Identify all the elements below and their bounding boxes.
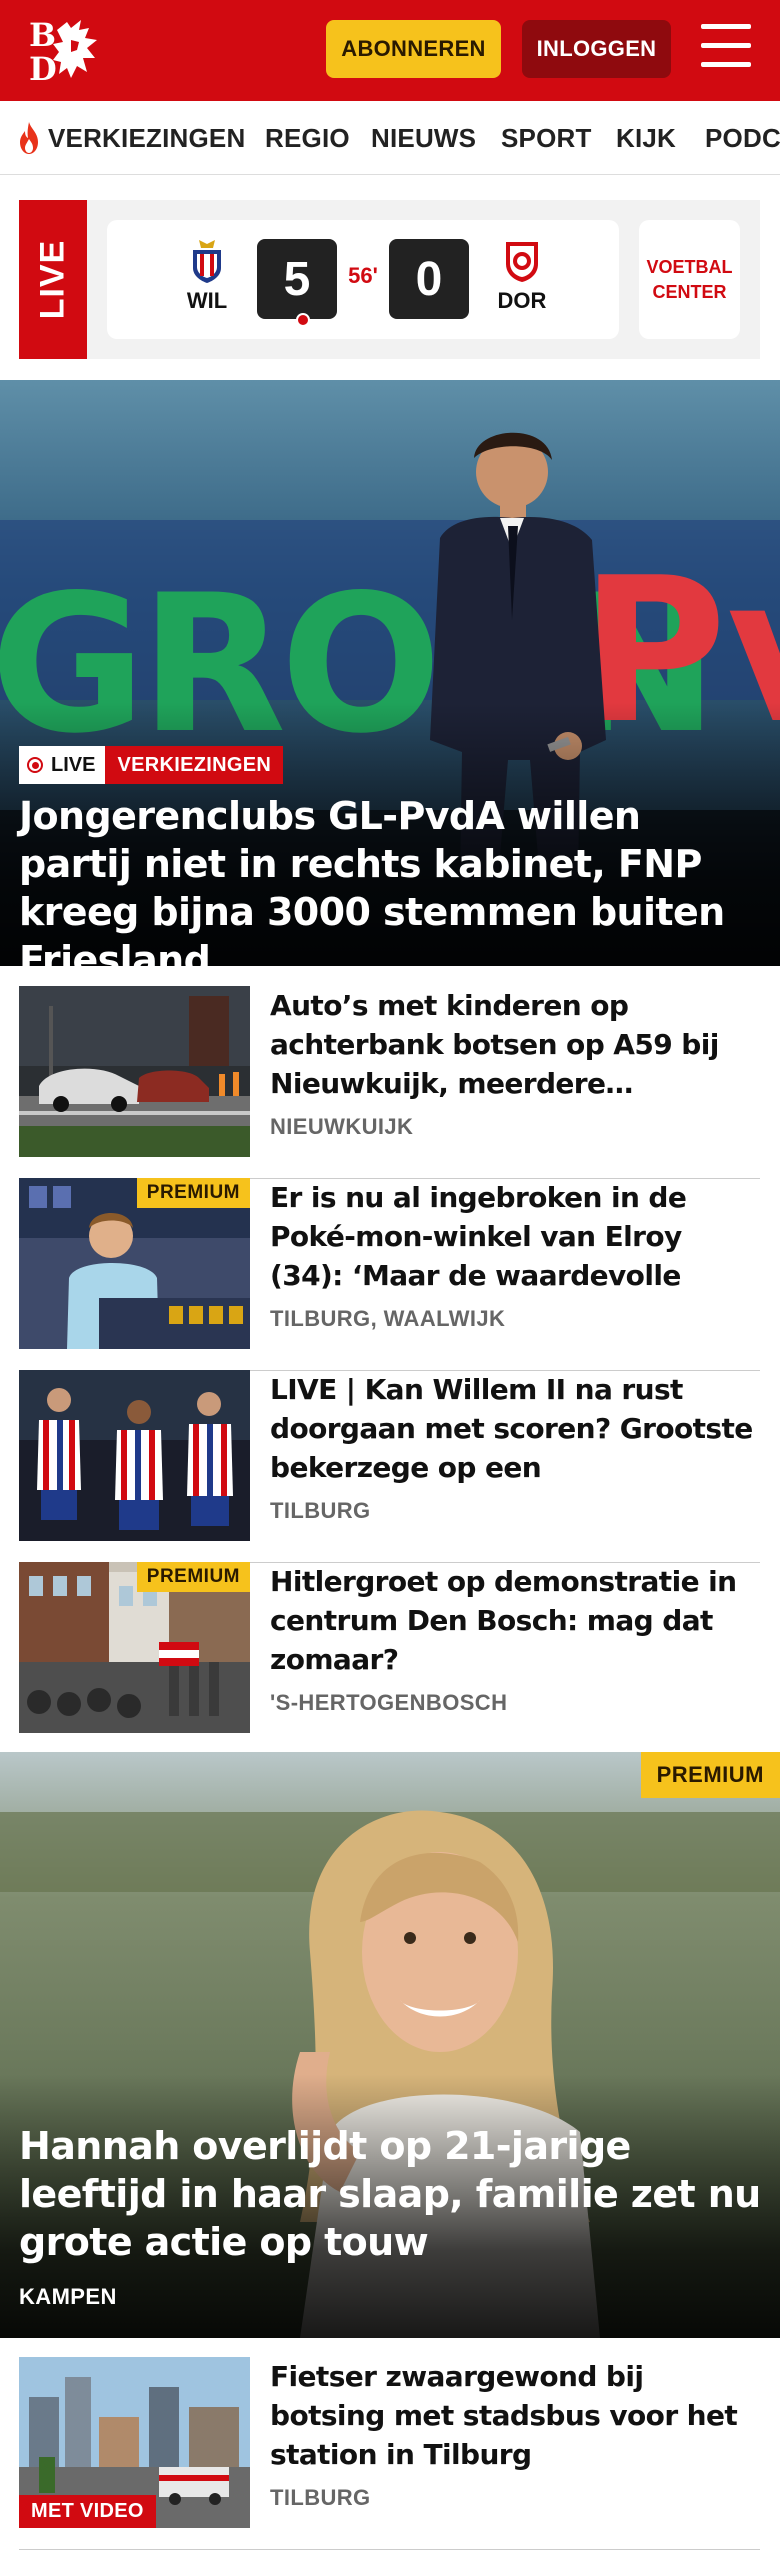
nav-item-verkiezingen[interactable]: VERKIEZINGEN — [16, 101, 246, 174]
live-label-tab: LIVE — [19, 200, 87, 359]
hero-headline[interactable]: Jongerenclubs GL-PvdA willen partij niet… — [19, 792, 764, 966]
hero-location: KAMPEN — [19, 2284, 117, 2309]
hero-article-hannah[interactable]: PREMIUM Hannah overlijdt op 21-jarige le… — [0, 1752, 780, 2338]
premium-badge: PREMIUM — [136, 1178, 250, 1208]
live-tag: LIVE — [19, 746, 106, 784]
nav-item-regio[interactable]: REGIO — [265, 101, 350, 174]
flame-icon — [20, 122, 38, 154]
home-team: WIL — [172, 238, 242, 314]
svg-text:B: B — [29, 16, 56, 54]
match-card[interactable]: WIL 5 56' 0 DOR — [107, 220, 619, 339]
live-indicator-dot — [296, 313, 310, 327]
premium-badge: PREMIUM — [136, 1562, 250, 1592]
article-thumbnail: PREMIUM — [19, 1178, 250, 1349]
video-badge: MET VIDEO — [19, 2495, 156, 2528]
list-item[interactable]: PREMIUM Hitlergroet op demonstratie in c… — [19, 1562, 760, 1755]
category-tag[interactable]: VERKIEZINGEN — [105, 746, 284, 784]
article-thumbnail: PREMIUM — [19, 1562, 250, 1733]
list-item[interactable]: MET VIDEO Fietser zwaargewond bij botsin… — [19, 2357, 760, 2550]
article-thumbnail — [19, 986, 250, 1157]
photo-car-crash-night — [19, 986, 250, 1157]
bd-logo[interactable]: B D — [27, 16, 113, 84]
subscribe-button[interactable]: ABONNEREN — [326, 20, 501, 78]
article-title[interactable]: Fietser zwaargewond bij botsing met stad… — [270, 2357, 760, 2474]
site-header: B D ABONNEREN INLOGGEN — [0, 0, 780, 101]
article-location: TILBURG — [270, 1498, 371, 1523]
article-title[interactable]: Auto’s met kinderen op achterbank botsen… — [270, 986, 760, 1103]
login-button[interactable]: INLOGGEN — [522, 20, 671, 78]
list-item[interactable]: PREMIUM Er is nu al ingebroken in de Pok… — [19, 1178, 760, 1371]
list-item[interactable]: LIVE | Kan Willem II na rust doorgaan me… — [19, 1370, 760, 1563]
away-team-abbr: DOR — [497, 288, 547, 313]
away-team: DOR — [487, 238, 557, 314]
nav-item-podcast[interactable]: PODC — [705, 101, 780, 174]
article-title[interactable]: Hitlergroet op demonstratie in centrum D… — [270, 1562, 760, 1679]
article-location: TILBURG — [270, 2485, 371, 2510]
nav-item-kijk[interactable]: KIJK — [616, 101, 676, 174]
article-location: NIEUWKUIJK — [270, 1114, 414, 1139]
article-title[interactable]: LIVE | Kan Willem II na rust doorgaan me… — [270, 1370, 760, 1487]
main-nav: VERKIEZINGEN REGIO NIEUWS SPORT KIJK POD… — [0, 101, 780, 175]
nav-label: VERKIEZINGEN — [48, 122, 246, 153]
article-location: TILBURG, WAALWIJK — [270, 1306, 506, 1331]
hero-tags: LIVE VERKIEZINGEN — [19, 746, 284, 784]
voetbal-center-button[interactable]: VOETBAL CENTER — [639, 220, 740, 339]
hamburger-menu-icon[interactable] — [701, 24, 751, 70]
live-score-widget: LIVE WIL 5 56' 0 DOR VOETBAL CENTER — [19, 200, 760, 359]
willem-ii-crest-icon — [193, 240, 221, 283]
premium-badge: PREMIUM — [640, 1752, 780, 1798]
article-title[interactable]: Er is nu al ingebroken in de Poké-mon-wi… — [270, 1178, 760, 1295]
photo-willem-ii-players-celebrating — [19, 1370, 250, 1541]
home-team-abbr: WIL — [186, 288, 228, 313]
hero-headline[interactable]: Hannah overlijdt op 21-jarige leeftijd i… — [19, 2122, 764, 2266]
article-location: 'S-HERTOGENBOSCH — [270, 1690, 508, 1715]
nav-item-nieuws[interactable]: NIEUWS — [371, 101, 476, 174]
article-thumbnail: MET VIDEO — [19, 2357, 250, 2528]
live-record-icon — [27, 757, 43, 773]
nav-item-sport[interactable]: SPORT — [501, 101, 592, 174]
svg-text:D: D — [29, 50, 57, 84]
fc-dordrecht-crest-icon — [506, 242, 538, 282]
away-score: 0 — [389, 239, 469, 319]
match-minute: 56' — [348, 263, 378, 288]
article-thumbnail — [19, 1370, 250, 1541]
home-score: 5 — [257, 239, 337, 319]
hero-article-elections[interactable]: GROEN PvdA LIVE VERKIEZINGEN Jongerenclu… — [0, 380, 780, 966]
list-item[interactable]: Auto’s met kinderen op achterbank botsen… — [19, 986, 760, 1179]
